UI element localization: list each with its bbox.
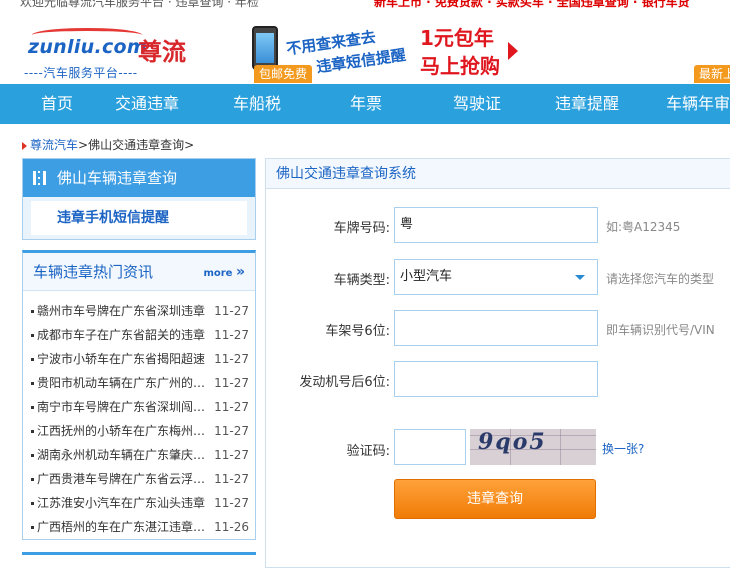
phone-icon — [252, 26, 278, 70]
next-box-edge — [22, 552, 256, 560]
plate-input[interactable]: 粤 — [394, 207, 598, 243]
query-panel-header: 佛山交通违章查询系统 — [266, 159, 730, 189]
news-item-date: 11-27 — [214, 376, 249, 390]
nav-home[interactable]: 首页 — [40, 84, 74, 124]
hot-news-title: 车辆违章热门资讯 — [33, 263, 154, 281]
hot-news-list: 赣州市车号牌在广东省深圳违章 11-27 成都市车子在广东省韶关的违章 11-27 … — [29, 299, 251, 539]
news-item-title[interactable]: 宁波市小轿车在广东省揭阳超速 — [37, 347, 209, 371]
hot-news-header: 车辆违章热门资讯 more » — [23, 253, 255, 291]
news-item[interactable]: 宁波市小轿车在广东省揭阳超速 11-27 — [29, 347, 251, 371]
query-submit-button[interactable]: 违章查询 — [394, 479, 596, 519]
news-item-date: 11-27 — [214, 400, 249, 414]
news-item-date: 11-26 — [214, 520, 249, 534]
news-item-date: 11-27 — [214, 472, 249, 486]
news-item-date: 11-27 — [214, 424, 249, 438]
captcha-label: 验证码: — [346, 444, 390, 459]
news-item-title[interactable]: 江苏淮安小汽车在广东汕头违章 — [37, 491, 209, 515]
engine-number-input[interactable] — [394, 361, 598, 397]
news-item-date: 11-27 — [214, 328, 249, 342]
news-item-date: 11-27 — [214, 352, 249, 366]
play-arrow-icon — [508, 42, 518, 60]
news-item[interactable]: 贵阳市机动车辆在广东广州的违章 11-27 — [29, 371, 251, 395]
breadcrumb: 尊流汽车>佛山交通违章查询> — [22, 136, 194, 153]
news-item-title[interactable]: 江西抚州的小轿车在广东梅州违章 — [37, 419, 209, 443]
sidebar-query-box: 佛山车辆违章查询 违章手机短信提醒 — [22, 158, 256, 240]
query-panel-title: 佛山交通违章查询系统 — [276, 166, 416, 182]
main-nav: 首页 交通违章 车船税 年票 驾驶证 违章提醒 车辆年审 — [0, 84, 730, 124]
news-item[interactable]: 广西贵港车号牌在广东省云浮违章 11-27 — [29, 467, 251, 491]
nav-traffic-violation[interactable]: 交通违章 — [114, 84, 180, 124]
news-item-title[interactable]: 赣州市车号牌在广东省深圳违章 — [37, 299, 209, 323]
news-item-title[interactable]: 广西贵港车号牌在广东省云浮违章 — [37, 467, 209, 491]
news-item-title[interactable]: 贵阳市机动车辆在广东广州的违章 — [37, 371, 209, 395]
query-panel: 佛山交通违章查询系统 车牌号码: 粤 如:粤A12345 车辆类型: 小型汽车 … — [265, 158, 730, 568]
captcha-image[interactable]: 9qo5 — [470, 429, 596, 465]
news-item-title[interactable]: 南宁市车号牌在广东省深圳闯红灯 — [37, 395, 209, 419]
nav-driver-license[interactable]: 驾驶证 — [452, 84, 502, 124]
news-item[interactable]: 江西抚州的小轿车在广东梅州违章 11-27 — [29, 419, 251, 443]
captcha-text: 9qo5 — [478, 429, 547, 455]
captcha-input[interactable] — [394, 429, 466, 465]
frame-number-input[interactable] — [394, 310, 598, 346]
news-item-date: 11-27 — [214, 496, 249, 510]
free-shipping-tag: 包邮免费 — [254, 65, 313, 83]
vehicle-type-value: 小型汽车 — [400, 269, 453, 284]
engine-number-label: 发动机号后6位: — [299, 375, 390, 390]
list-icon — [33, 171, 47, 185]
sms-reminder-link[interactable]: 违章手机短信提醒 — [31, 201, 247, 235]
sidebar-query-header: 佛山车辆违章查询 — [23, 159, 255, 197]
news-item[interactable]: 湖南永州机动车辆在广东肇庆违章 11-27 — [29, 443, 251, 467]
hot-news-box: 车辆违章热门资讯 more » 赣州市车号牌在广东省深圳违章 11-27 成都市车… — [22, 250, 256, 540]
logo-tagline: ----汽车服务平台---- — [24, 66, 138, 80]
banner-cta: 马上抢购 — [420, 54, 500, 78]
new-online-tag: 最新上线 — [694, 65, 730, 83]
news-item[interactable]: 江苏淮安小汽车在广东汕头违章 11-27 — [29, 491, 251, 515]
top-welcome-text: 欢迎光临尊流汽车服务平台 · 违章查询 · 年检 — [20, 0, 259, 9]
vehicle-type-select[interactable]: 小型汽车 — [394, 259, 598, 295]
logo-wordmark: zunliu.com — [28, 36, 147, 58]
banner-price: 1元包年 — [420, 26, 494, 50]
top-promo-links[interactable]: 新车上市 · 免费贷款 · 实款买车 · 全国违章查询 · 银行车贷 — [374, 0, 690, 10]
top-strip: 欢迎光临尊流汽车服务平台 · 违章查询 · 年检 新车上市 · 免费贷款 · 实… — [0, 0, 730, 10]
nav-annual-inspection[interactable]: 车辆年审 — [665, 84, 730, 124]
plate-label: 车牌号码: — [333, 221, 390, 236]
news-item-title[interactable]: 湖南永州机动车辆在广东肇庆违章 — [37, 443, 209, 467]
caret-down-icon — [575, 275, 585, 280]
logo-chinese-name: 尊流 — [138, 38, 186, 66]
breadcrumb-arrow-icon — [22, 141, 27, 150]
breadcrumb-home-link[interactable]: 尊流汽车 — [30, 138, 78, 152]
news-item[interactable]: 广西梧州的车在广东湛江违章查询 11-26 — [29, 515, 251, 539]
nav-violation-reminder[interactable]: 违章提醒 — [554, 84, 620, 124]
more-label: more — [203, 268, 233, 279]
plate-hint: 如:粤A12345 — [606, 220, 681, 234]
site-logo[interactable]: zunliu.com 尊流 ----汽车服务平台---- — [20, 28, 215, 84]
vehicle-type-label: 车辆类型: — [333, 273, 390, 288]
nav-vehicle-tax[interactable]: 车船税 — [232, 84, 282, 124]
news-item-title[interactable]: 成都市车子在广东省韶关的违章 — [37, 323, 209, 347]
frame-number-hint: 即车辆识别代号/VIN — [606, 323, 715, 337]
captcha-refresh-link[interactable]: 换一张? — [602, 440, 644, 457]
news-item-title[interactable]: 广西梧州的车在广东湛江违章查询 — [37, 515, 209, 539]
news-item[interactable]: 赣州市车号牌在广东省深圳违章 11-27 — [29, 299, 251, 323]
vehicle-type-hint: 请选择您汽车的类型 — [606, 272, 715, 286]
breadcrumb-separator: > — [78, 138, 89, 152]
frame-number-label: 车架号6位: — [325, 324, 390, 339]
news-item-date: 11-27 — [214, 304, 249, 318]
breadcrumb-current[interactable]: 佛山交通违章查询 — [88, 138, 184, 152]
breadcrumb-separator-end: > — [184, 138, 195, 152]
nav-annual-ticket[interactable]: 年票 — [349, 84, 383, 124]
news-item-date: 11-27 — [214, 448, 249, 462]
news-item[interactable]: 成都市车子在广东省韶关的违章 11-27 — [29, 323, 251, 347]
double-chevron-right-icon: » — [235, 264, 245, 280]
sidebar-query-title: 佛山车辆违章查询 — [57, 169, 178, 187]
more-link[interactable]: more » — [203, 253, 245, 293]
news-item[interactable]: 南宁市车号牌在广东省深圳闯红灯 11-27 — [29, 395, 251, 419]
